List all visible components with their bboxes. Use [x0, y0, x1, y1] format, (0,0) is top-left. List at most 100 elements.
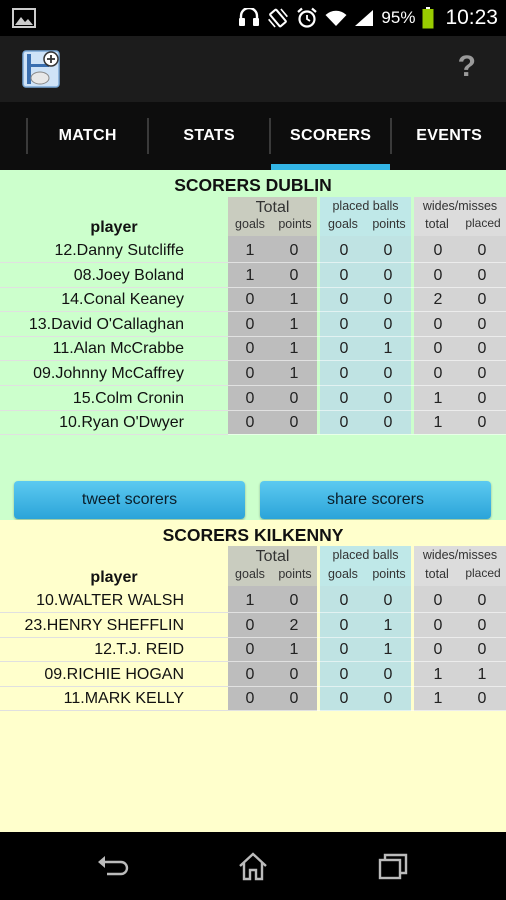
stat-pb-goals: 0 [339, 315, 349, 333]
stat-pb-points: 0 [383, 592, 393, 609]
stat-pb-points: 0 [383, 291, 393, 309]
goals-subheader: goals [235, 567, 265, 581]
status-bar: 95% 10:23 [0, 0, 506, 36]
signal-icon [355, 10, 374, 26]
table-row: 12.T.J. REID 0 1 0 1 0 0 [0, 637, 506, 663]
stat-pb-goals: 0 [339, 690, 349, 708]
stat-wm-placed: 0 [477, 389, 487, 407]
player-name: 10.Ryan O'Dwyer [0, 410, 228, 436]
stat-points: 0 [289, 389, 299, 407]
stat-wm-total: 2 [433, 291, 443, 309]
dublin-scorers-section: SCORERS DUBLIN Total placed balls wides/… [0, 170, 506, 520]
stat-pb-goals: 0 [339, 592, 349, 609]
stat-wm-total: 0 [433, 641, 443, 659]
stat-wm-placed: 0 [477, 340, 487, 358]
stat-pb-points: 0 [383, 665, 393, 683]
stat-pb-points: 1 [383, 616, 393, 634]
table-row: 08.Joey Boland 1 0 0 0 0 0 [0, 263, 506, 288]
stat-wm-placed: 0 [477, 690, 487, 708]
stat-pb-goals: 0 [339, 414, 349, 432]
system-nav-bar [0, 832, 506, 900]
tweet-scorers-button[interactable]: tweet scorers [14, 481, 245, 519]
stat-pb-points: 0 [383, 690, 393, 708]
tab-stats[interactable]: STATS [149, 102, 269, 170]
stat-pb-points: 0 [383, 315, 393, 333]
stat-pb-points: 0 [383, 242, 393, 259]
back-icon[interactable] [95, 850, 129, 882]
wides-total-subheader: total [425, 567, 449, 581]
share-scorers-button[interactable]: share scorers [260, 481, 491, 519]
tab-spacer [0, 102, 26, 170]
kilkenny-title: SCORERS KILKENNY [162, 525, 344, 545]
placed-goals-subheader: goals [328, 217, 358, 231]
stat-pb-points: 0 [383, 365, 393, 382]
stat-goals: 0 [245, 340, 255, 358]
action-bar: ? [0, 36, 506, 102]
row-separator [0, 434, 506, 436]
stat-wm-placed: 0 [477, 315, 487, 333]
points-subheader: points [278, 567, 312, 581]
goals-subheader: goals [235, 217, 265, 231]
stat-points: 1 [289, 340, 299, 358]
stat-pb-goals: 0 [339, 641, 349, 659]
stat-wm-placed: 0 [477, 641, 487, 659]
table-row: 15.Colm Cronin 0 0 0 0 1 0 [0, 386, 506, 411]
stat-pb-points: 0 [383, 266, 393, 284]
battery-percent: 95% [381, 8, 416, 27]
stat-points: 1 [289, 365, 299, 382]
stat-pb-goals: 0 [339, 616, 349, 634]
stat-pb-goals: 0 [339, 291, 349, 309]
stat-wm-total: 0 [433, 266, 443, 284]
stat-goals: 0 [245, 365, 255, 382]
recent-apps-icon[interactable] [376, 850, 410, 882]
stat-goals: 1 [245, 266, 255, 284]
player-name: 13.David O'Callaghan [0, 312, 228, 337]
help-icon[interactable]: ? [458, 50, 476, 84]
total-header: Total [255, 199, 290, 216]
stat-points: 0 [289, 690, 299, 708]
battery-icon [422, 7, 434, 29]
stat-points: 2 [289, 616, 299, 634]
stat-goals: 0 [245, 616, 255, 634]
wides-placed-subheader: placed [465, 566, 501, 580]
home-icon[interactable] [236, 850, 270, 882]
stat-goals: 1 [245, 592, 255, 609]
vibrate-icon [268, 8, 289, 28]
player-name: 14.Conal Keaney [0, 287, 228, 313]
app-logo-icon[interactable] [22, 50, 60, 88]
player-name: 11.Alan McCrabbe [0, 336, 228, 362]
gallery-notification-icon [12, 8, 36, 28]
stat-goals: 0 [245, 641, 255, 659]
placed-balls-header: placed balls [332, 548, 399, 562]
player-header: player [90, 569, 138, 586]
tab-scorers[interactable]: SCORERS [270, 102, 391, 170]
tab-events[interactable]: EVENTS [392, 102, 506, 170]
stat-wm-total: 0 [433, 315, 443, 333]
stat-wm-total: 0 [433, 242, 443, 259]
table-row: 14.Conal Keaney 0 1 0 0 2 0 [0, 287, 506, 313]
table-row: 10.Ryan O'Dwyer 0 0 0 0 1 0 [0, 410, 506, 436]
tab-match[interactable]: MATCH [28, 102, 148, 170]
table-row: 09.Johnny McCaffrey 0 1 0 0 0 0 [0, 361, 506, 386]
stat-wm-placed: 0 [477, 414, 487, 432]
stat-wm-placed: 0 [477, 616, 487, 634]
headset-icon [239, 8, 260, 26]
tab-bar: MATCH STATS SCORERS EVENTS [0, 102, 506, 170]
placed-points-subheader: points [372, 217, 406, 231]
stat-points: 0 [289, 414, 299, 432]
wides-total-subheader: total [425, 217, 449, 231]
stat-goals: 1 [245, 242, 255, 259]
table-row: 13.David O'Callaghan 0 1 0 0 0 0 [0, 312, 506, 337]
player-name: 09.Johnny McCaffrey [0, 361, 228, 386]
stat-pb-points: 1 [383, 340, 393, 358]
stat-pb-goals: 0 [339, 242, 349, 259]
stat-goals: 0 [245, 315, 255, 333]
stat-points: 1 [289, 315, 299, 333]
wides-placed-subheader: placed [465, 216, 501, 230]
player-name: 23.HENRY SHEFFLIN [0, 613, 228, 638]
stat-wm-total: 0 [433, 365, 443, 382]
stat-pb-goals: 0 [339, 365, 349, 382]
stat-points: 1 [289, 291, 299, 309]
player-name: 15.Colm Cronin [0, 386, 228, 411]
clock: 10:23 [445, 6, 498, 29]
